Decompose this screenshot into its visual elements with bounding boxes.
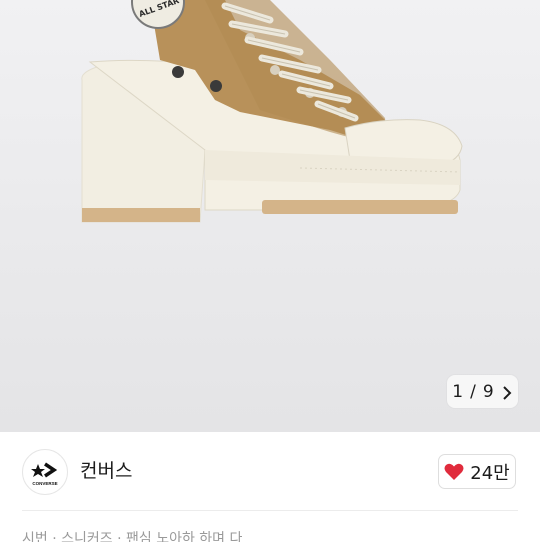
like-count: 24만	[470, 462, 510, 484]
heart-icon	[444, 463, 464, 480]
product-info-text: 시번 · 스니커즈 · 팬심 노아하 하며 다	[22, 531, 243, 542]
converse-star-chevron-icon: CONVERSE	[31, 462, 58, 486]
page-indicator[interactable]: 1 / 9	[447, 375, 518, 408]
brand-logo-text: CONVERSE	[32, 481, 57, 486]
brand-row: CONVERSE 컨버스 24만	[0, 432, 540, 510]
like-button[interactable]: 24만	[438, 454, 516, 489]
page-current: 1	[452, 381, 464, 402]
brand-logo[interactable]: CONVERSE	[22, 449, 68, 495]
chevron-right-icon[interactable]	[501, 385, 513, 400]
product-image	[81, 0, 463, 223]
product-image-gallery[interactable]: ALL STAR 1 / 9	[0, 0, 540, 432]
brand-name[interactable]: 컨버스	[80, 456, 132, 483]
page-total: 9	[482, 381, 494, 402]
page-separator: /	[470, 381, 476, 402]
divider	[22, 510, 518, 511]
